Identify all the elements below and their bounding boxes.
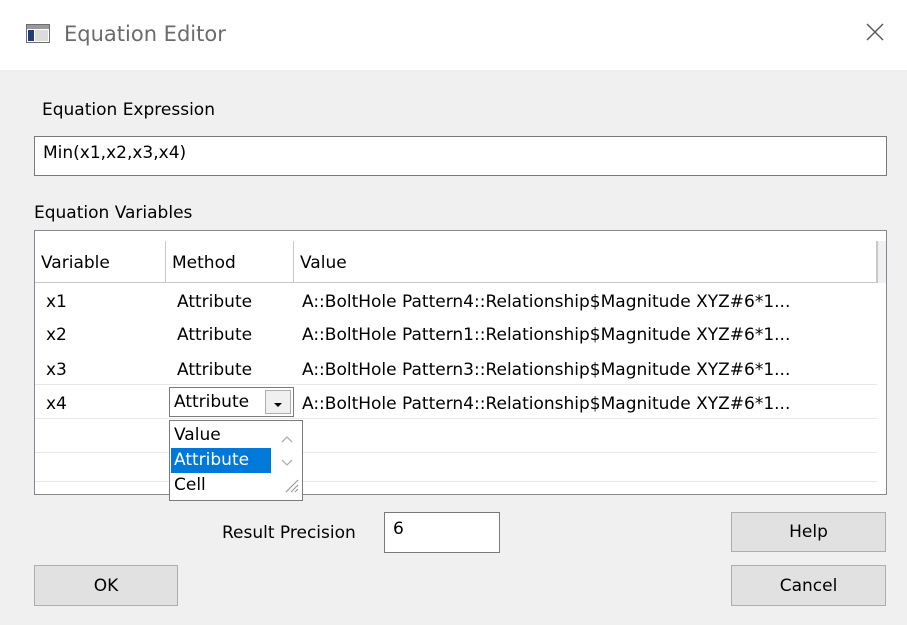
row-value[interactable]: A::BoltHole Pattern3::Relationship$Magni… xyxy=(302,360,862,380)
dropdown-option-attribute[interactable]: Attribute xyxy=(171,448,271,473)
dropdown-option-value[interactable]: Value xyxy=(171,423,271,448)
dropdown-scrollbar[interactable] xyxy=(273,422,301,472)
expression-label: Equation Expression xyxy=(42,100,215,120)
dropdown-button[interactable] xyxy=(265,390,291,414)
row-method[interactable]: Attribute xyxy=(177,292,252,312)
equation-editor-dialog: Equation Editor Equation Expression Min(… xyxy=(0,0,907,625)
column-header-variable[interactable]: Variable xyxy=(35,241,166,283)
precision-input[interactable]: 6 xyxy=(384,512,500,553)
row-variable: x1 xyxy=(46,292,67,312)
title-bar: Equation Editor xyxy=(0,0,907,70)
chevron-down-icon xyxy=(273,393,283,412)
row-variable: x4 xyxy=(46,394,67,414)
dropdown-option-cell[interactable]: Cell xyxy=(171,473,271,498)
close-icon xyxy=(865,22,885,46)
row-divider xyxy=(35,481,877,482)
window-title: Equation Editor xyxy=(64,22,226,46)
row-divider xyxy=(35,384,877,385)
row-value[interactable]: A::BoltHole Pattern4::Relationship$Magni… xyxy=(302,394,862,414)
close-button[interactable] xyxy=(855,16,895,52)
resize-grip-icon[interactable] xyxy=(283,477,299,497)
help-button[interactable]: Help xyxy=(731,512,886,552)
ok-button[interactable]: OK xyxy=(34,565,178,606)
method-combo[interactable]: Attribute xyxy=(169,387,294,417)
method-combo-value: Attribute xyxy=(174,392,250,412)
row-value[interactable]: A::BoltHole Pattern4::Relationship$Magni… xyxy=(302,292,862,312)
variables-label: Equation Variables xyxy=(34,203,193,223)
chevron-up-icon[interactable] xyxy=(281,428,293,447)
cancel-button[interactable]: Cancel xyxy=(731,565,886,606)
column-header-method[interactable]: Method xyxy=(166,241,294,283)
row-method[interactable]: Attribute xyxy=(177,360,252,380)
row-variable: x3 xyxy=(46,360,67,380)
row-divider xyxy=(35,418,877,419)
row-value[interactable]: A::BoltHole Pattern1::Relationship$Magni… xyxy=(302,325,862,345)
header-filler xyxy=(877,241,886,283)
row-variable: x2 xyxy=(46,325,67,345)
method-dropdown-list: Value Attribute Cell xyxy=(169,420,303,501)
expression-input[interactable]: Min(x1,x2,x3,x4) xyxy=(34,136,887,176)
precision-label: Result Precision xyxy=(222,523,356,543)
row-divider xyxy=(35,452,877,453)
chevron-down-icon[interactable] xyxy=(281,452,293,471)
row-method[interactable]: Attribute xyxy=(177,325,252,345)
column-header-value[interactable]: Value xyxy=(294,241,877,283)
window-icon xyxy=(26,24,50,43)
